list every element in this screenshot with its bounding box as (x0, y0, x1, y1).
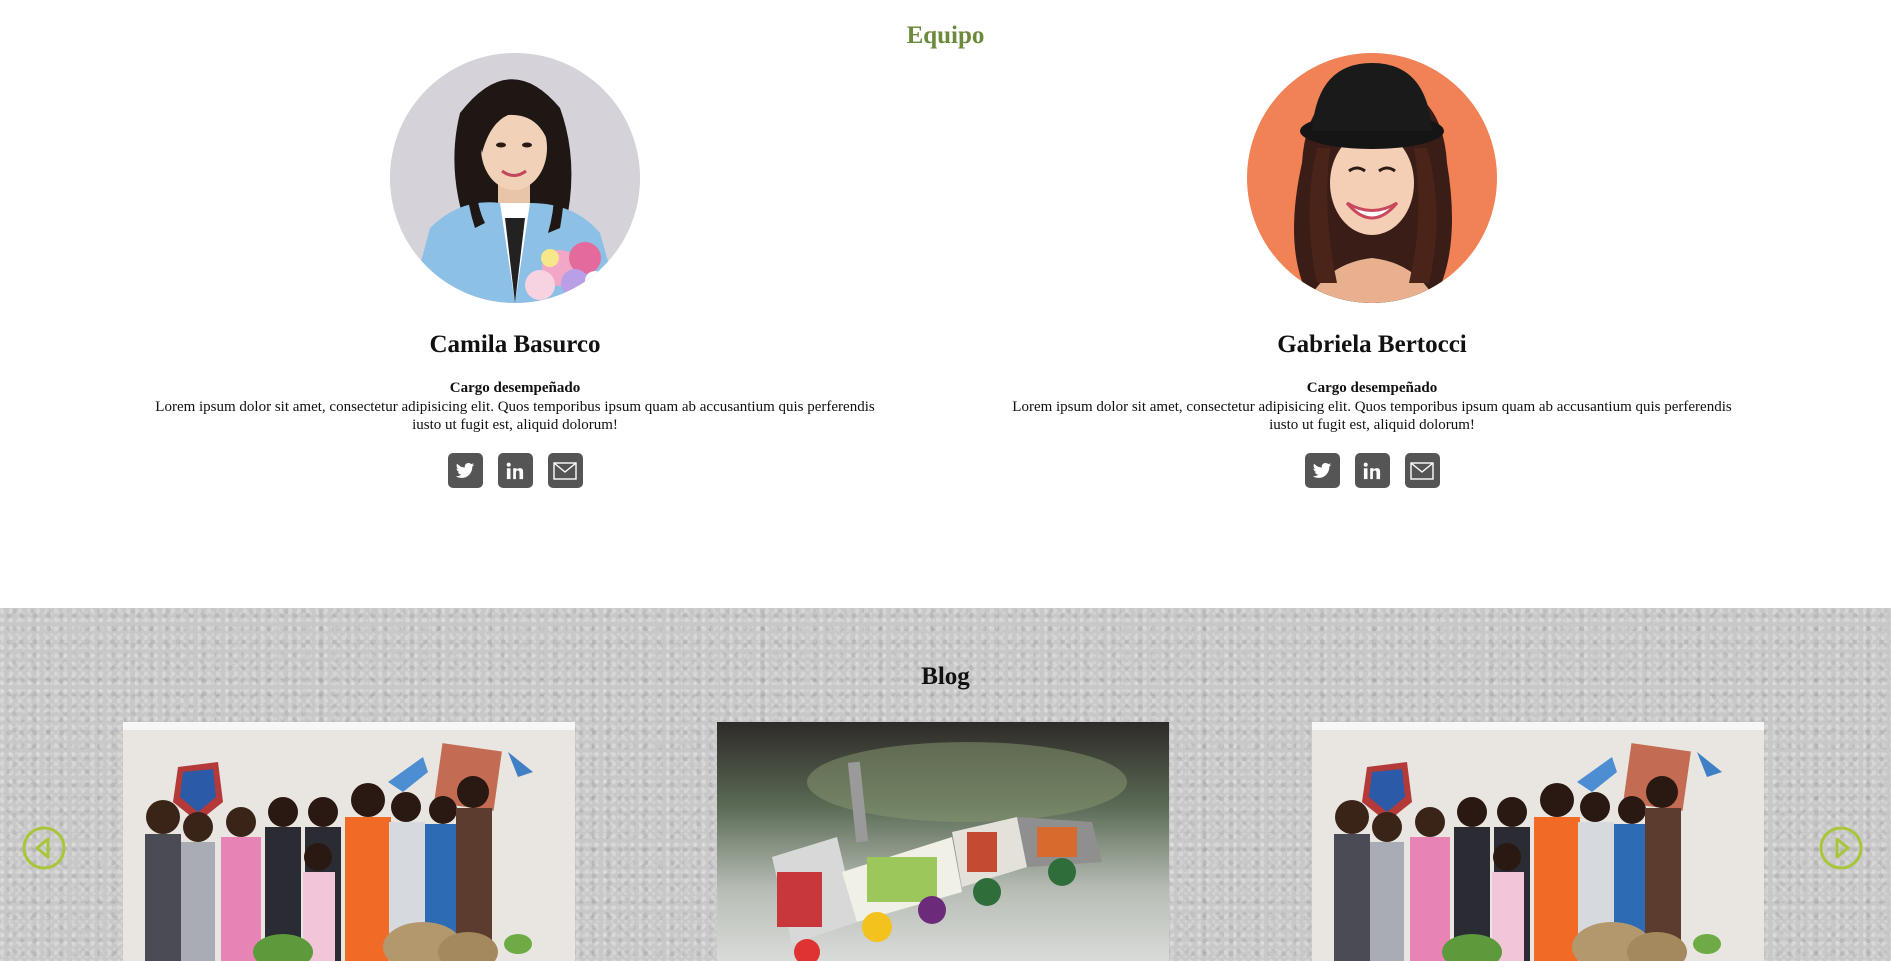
blog-title: Blog (921, 663, 970, 690)
linkedin-button[interactable] (497, 453, 533, 488)
blog-card[interactable] (717, 722, 1169, 961)
member-bio: Lorem ipsum dolor sit amet, consectetur … (155, 399, 875, 433)
mail-button[interactable] (1404, 453, 1440, 488)
carousel-next-button[interactable] (1819, 826, 1863, 870)
previous-arrow-icon (22, 826, 66, 870)
team-section: Equipo Camila Basurco Cargo desempeñado … (0, 0, 1891, 608)
recycled-toy-train-photo (717, 722, 1169, 961)
social-links (155, 453, 875, 488)
member-bio: Lorem ipsum dolor sit amet, consectetur … (1012, 399, 1732, 433)
avatar (390, 53, 640, 303)
member-name: Gabriela Bertocci (1277, 331, 1467, 358)
next-arrow-icon (1819, 826, 1863, 870)
blog-card[interactable] (1312, 722, 1764, 961)
member-name: Camila Basurco (429, 331, 601, 358)
carousel-prev-button[interactable] (22, 826, 66, 870)
mail-icon (1410, 461, 1434, 480)
blog-section: Blog (0, 608, 1891, 961)
page: Equipo Camila Basurco Cargo desempeñado … (0, 0, 1891, 961)
twitter-button[interactable] (1304, 453, 1340, 488)
linkedin-icon (1363, 462, 1381, 479)
member-role: Cargo desempeñado (1306, 380, 1438, 396)
group-photo (123, 722, 575, 961)
member-role: Cargo desempeñado (449, 380, 581, 396)
mail-icon (553, 461, 577, 480)
team-title: Equipo (906, 22, 985, 49)
group-photo (1312, 722, 1764, 961)
twitter-icon (1312, 462, 1332, 478)
linkedin-icon (506, 462, 524, 479)
social-links (1012, 453, 1732, 488)
blog-card[interactable] (123, 722, 575, 961)
twitter-button[interactable] (447, 453, 483, 488)
linkedin-button[interactable] (1354, 453, 1390, 488)
avatar (1247, 53, 1497, 303)
mail-button[interactable] (547, 453, 583, 488)
twitter-icon (455, 462, 475, 478)
